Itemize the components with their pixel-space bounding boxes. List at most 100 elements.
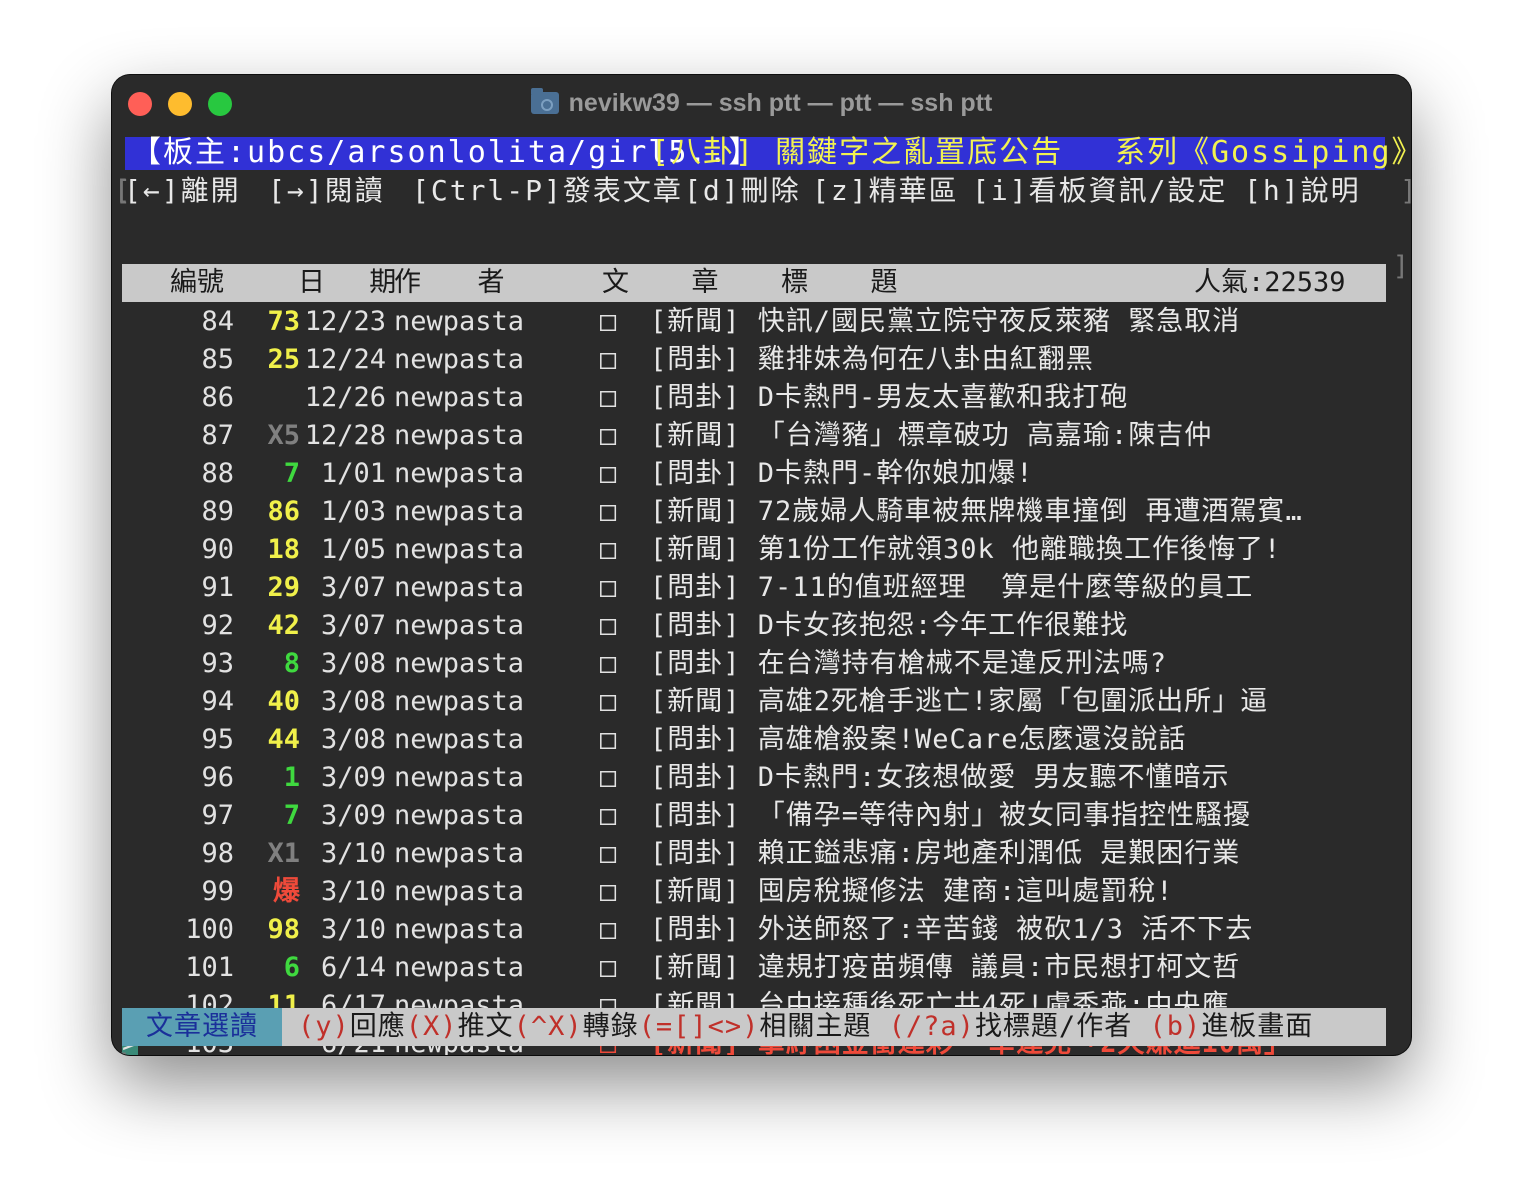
article-number: 92	[201, 610, 234, 641]
menu-digest[interactable]: [z]精華區	[812, 172, 959, 210]
article-author: newpasta	[394, 420, 525, 451]
footer-key[interactable]: (^X)	[514, 1011, 583, 1042]
recommend-count: 25	[267, 344, 300, 375]
menu-post[interactable]: [Ctrl-P]發表文章	[412, 172, 683, 210]
article-date: 12/28	[304, 420, 386, 451]
article-row[interactable]: 88 7 1/01 newpasta □ [問卦] D卡熱門-幹你娘加爆!	[112, 455, 1411, 493]
article-title: [問卦] D卡女孩抱怨:今年工作很難找	[650, 610, 1129, 641]
article-row[interactable]: 84 73 12/23 newpasta □ [新聞] 快訊/國民黨立院守夜反萊豬 緊急取…	[112, 303, 1411, 341]
article-author: newpasta	[394, 648, 525, 679]
article-author: newpasta	[394, 800, 525, 831]
board-announcement[interactable]: [八卦] 關鍵字之亂置底公告	[651, 134, 1063, 172]
article-mark: □	[600, 344, 617, 375]
article-row[interactable]: 96 1 3/09 newpasta □ [問卦] D卡熱門:女孩想做愛 男友聽不懂暗示	[112, 759, 1411, 797]
board-header: 【板主:ubcs/arsonlolita/girl5..】 [八卦] 關鍵字之亂…	[125, 134, 1411, 172]
recommend-count: X5	[267, 420, 300, 451]
article-number: 95	[201, 724, 234, 755]
footer-key[interactable]: (y)	[298, 1011, 350, 1042]
menu-read[interactable]: [→]閱讀	[268, 172, 385, 210]
recommend-count: 7	[283, 800, 300, 831]
article-mark: □	[600, 686, 617, 717]
menu-delete[interactable]: [d]刪除	[684, 172, 801, 210]
article-row[interactable]: 90 18 1/05 newpasta □ [新聞] 第1份工作就領30k 他離職換工作後…	[112, 531, 1411, 569]
article-date: 1/03	[320, 496, 386, 527]
menu-help[interactable]: [h]說明	[1244, 172, 1361, 210]
article-number: 85	[201, 344, 234, 375]
article-row[interactable]: 89 86 1/03 newpasta □ [新聞] 72歲婦人騎車被無牌機車撞倒 再遭酒…	[112, 493, 1411, 531]
article-date: 3/08	[320, 724, 386, 755]
footer-key[interactable]: (=[]<>)	[639, 1011, 760, 1042]
article-mark: □	[600, 762, 617, 793]
article-date: 3/10	[320, 914, 386, 945]
menu-board-info[interactable]: [i]看板資訊/設定	[972, 172, 1227, 210]
footer-label: 轉錄	[582, 1011, 639, 1042]
article-title: [新聞] 第1份工作就領30k 他離職換工作後悔了!	[650, 534, 1282, 565]
article-row[interactable]: 101 6 6/14 newpasta □ [新聞] 違規打疫苗頻傳 議員:市民想打柯文哲	[112, 949, 1411, 987]
article-date: 12/26	[304, 382, 386, 413]
article-row[interactable]: 94 40 3/08 newpasta □ [新聞] 高雄2死槍手逃亡!家屬「包圍派出所」…	[112, 683, 1411, 721]
article-mark: □	[600, 914, 617, 945]
column-header: 編號 日 期 作 者 文 章 標 題 人氣:22539	[122, 264, 1386, 302]
article-title: [問卦] 外送師怒了:辛苦錢 被砍1/3 活不下去	[650, 914, 1254, 945]
recommend-count: 爆	[273, 876, 300, 907]
footer-key[interactable]: (/?a)	[889, 1011, 975, 1042]
article-mark: □	[600, 458, 617, 489]
article-date: 3/10	[320, 838, 386, 869]
article-number: 88	[201, 458, 234, 489]
article-row[interactable]: 95 44 3/08 newpasta □ [問卦] 高雄槍殺案!WeCare怎麼還沒說話	[112, 721, 1411, 759]
footer-key[interactable]: (b)	[1149, 1011, 1201, 1042]
article-row[interactable]: 98 X1 3/10 newpasta □ [問卦] 賴正鎰悲痛:房地產利潤低 是艱困行業	[112, 835, 1411, 873]
recommend-count: 40	[267, 686, 300, 717]
footer-label: 回應	[349, 1011, 406, 1042]
article-mark: □	[600, 610, 617, 641]
article-number: 84	[201, 306, 234, 337]
window-title: nevikw39 — ssh ptt — ptt — ssh ptt	[112, 88, 1411, 118]
article-row[interactable]: 85 25 12/24 newpasta □ [問卦] 雞排妹為何在八卦由紅翻黑	[112, 341, 1411, 379]
article-date: 1/01	[320, 458, 386, 489]
article-title: [問卦] 賴正鎰悲痛:房地產利潤低 是艱困行業	[650, 838, 1241, 869]
article-author: newpasta	[394, 344, 525, 375]
popularity: 人氣:22539	[1194, 267, 1346, 298]
article-number: 86	[201, 382, 234, 413]
recommend-count: 6	[283, 952, 300, 983]
article-author: newpasta	[394, 724, 525, 755]
article-title: [問卦] 高雄槍殺案!WeCare怎麼還沒說話	[650, 724, 1187, 755]
article-row[interactable]: 91 29 3/07 newpasta □ [問卦] 7-11的值班經理 算是什麼等級的員…	[112, 569, 1411, 607]
article-row[interactable]: 92 42 3/07 newpasta □ [問卦] D卡女孩抱怨:今年工作很難找	[112, 607, 1411, 645]
window-title-text: nevikw39 — ssh ptt — ptt — ssh ptt	[568, 89, 993, 117]
recommend-count: 44	[267, 724, 300, 755]
article-row[interactable]: 100 98 3/10 newpasta □ [問卦] 外送師怒了:辛苦錢 被砍1/3 活…	[112, 911, 1411, 949]
article-title: [新聞] 高雄2死槍手逃亡!家屬「包圍派出所」逼	[650, 686, 1269, 717]
article-row[interactable]: 87 X5 12/28 newpasta □ [新聞] 「台灣豬」標章破功 高嘉瑜:陳吉仲	[112, 417, 1411, 455]
bracket: [	[114, 1046, 130, 1055]
article-title: [新聞] 囤房稅擬修法 建商:這叫處罰稅!	[650, 876, 1174, 907]
article-date: 1/05	[320, 534, 386, 565]
article-author: newpasta	[394, 496, 525, 527]
recommend-count: 42	[267, 610, 300, 641]
article-author: newpasta	[394, 914, 525, 945]
article-row[interactable]: 97 7 3/09 newpasta □ [問卦] 「備孕=等待內射」被女同事指控性騷擾	[112, 797, 1411, 835]
command-menu: [ [←]離開 [→]閱讀 [Ctrl-P]發表文章 [d]刪除 [z]精華區 …	[112, 172, 1411, 210]
recommend-count: 29	[267, 572, 300, 603]
article-number: 98	[201, 838, 234, 869]
terminal-screen[interactable]: [ 【板主:ubcs/arsonlolita/girl5..】 [八卦] 關鍵字…	[112, 131, 1411, 1055]
article-author: newpasta	[394, 534, 525, 565]
article-title: [問卦] D卡熱門-男友太喜歡和我打砲	[650, 382, 1129, 413]
footer-key[interactable]: (X)	[406, 1011, 458, 1042]
recommend-count: 73	[267, 306, 300, 337]
col-author: 作 者	[394, 267, 513, 298]
article-mark: □	[600, 496, 617, 527]
article-title: [問卦] D卡熱門:女孩想做愛 男友聽不懂暗示	[650, 762, 1230, 793]
article-title: [問卦] 在台灣持有槍械不是違反刑法嗎?	[650, 648, 1168, 679]
article-row[interactable]: 86 12/26 newpasta □ [問卦] D卡熱門-男友太喜歡和我打砲	[112, 379, 1411, 417]
article-row[interactable]: 93 8 3/08 newpasta □ [問卦] 在台灣持有槍械不是違反刑法嗎?	[112, 645, 1411, 683]
title-bar: nevikw39 — ssh ptt — ptt — ssh ptt	[112, 75, 1411, 131]
footer-label: 找標題/作者	[974, 1011, 1150, 1042]
menu-leave[interactable]: [←]離開	[124, 172, 241, 210]
article-mark: □	[600, 800, 617, 831]
article-date: 12/24	[304, 344, 386, 375]
article-row[interactable]: 99 爆 3/10 newpasta □ [新聞] 囤房稅擬修法 建商:這叫處罰稅!	[112, 873, 1411, 911]
bracket: ]	[1400, 172, 1411, 210]
article-author: newpasta	[394, 838, 525, 869]
article-author: newpasta	[394, 306, 525, 337]
